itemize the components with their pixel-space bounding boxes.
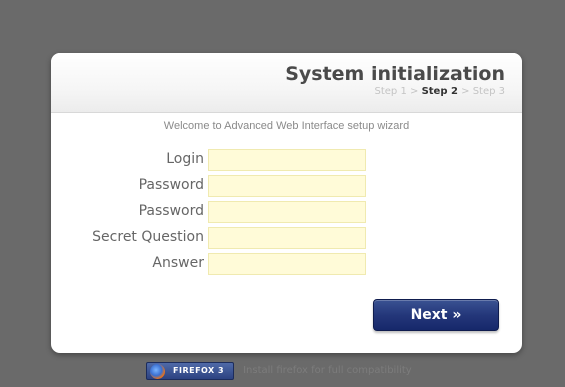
next-button[interactable]: Next »	[373, 299, 499, 331]
answer-input[interactable]	[208, 253, 366, 275]
panel-header: System initialization Step 1 > Step 2 > …	[51, 53, 522, 113]
login-label: Login	[166, 151, 204, 167]
page-title: System initialization	[285, 63, 505, 85]
answer-label: Answer	[152, 255, 204, 271]
step-breadcrumb: Step 1 > Step 2 > Step 3	[375, 86, 506, 97]
password-input[interactable]	[208, 175, 366, 197]
welcome-message: Welcome to Advanced Web Interface setup …	[163, 120, 410, 132]
password-confirm-input[interactable]	[208, 201, 366, 223]
password-confirm-label: Password	[138, 203, 204, 219]
step-separator: >	[457, 86, 473, 97]
step-1: Step 1	[374, 86, 407, 97]
secret-question-row: Secret Question	[51, 227, 522, 249]
step-3: Step 3	[472, 86, 505, 97]
step-separator: >	[406, 86, 422, 97]
answer-row: Answer	[51, 253, 522, 275]
password-label: Password	[138, 177, 204, 193]
login-row: Login	[51, 149, 522, 171]
firefox-badge[interactable]: FIREFOX 3	[146, 361, 234, 380]
login-input[interactable]	[208, 149, 366, 171]
compatibility-message: Install firefox for full compatibility	[243, 365, 412, 376]
step-2-current: Step 2	[421, 86, 458, 97]
firefox-notice: FIREFOX 3 Install firefox for full compa…	[146, 360, 412, 380]
firefox-badge-text: FIREFOX 3	[173, 365, 225, 375]
secret-question-label: Secret Question	[92, 229, 204, 245]
firefox-icon	[150, 363, 165, 379]
password-row: Password	[51, 175, 522, 197]
password-confirm-row: Password	[51, 201, 522, 223]
setup-wizard-panel: System initialization Step 1 > Step 2 > …	[51, 53, 522, 353]
secret-question-input[interactable]	[208, 227, 366, 249]
